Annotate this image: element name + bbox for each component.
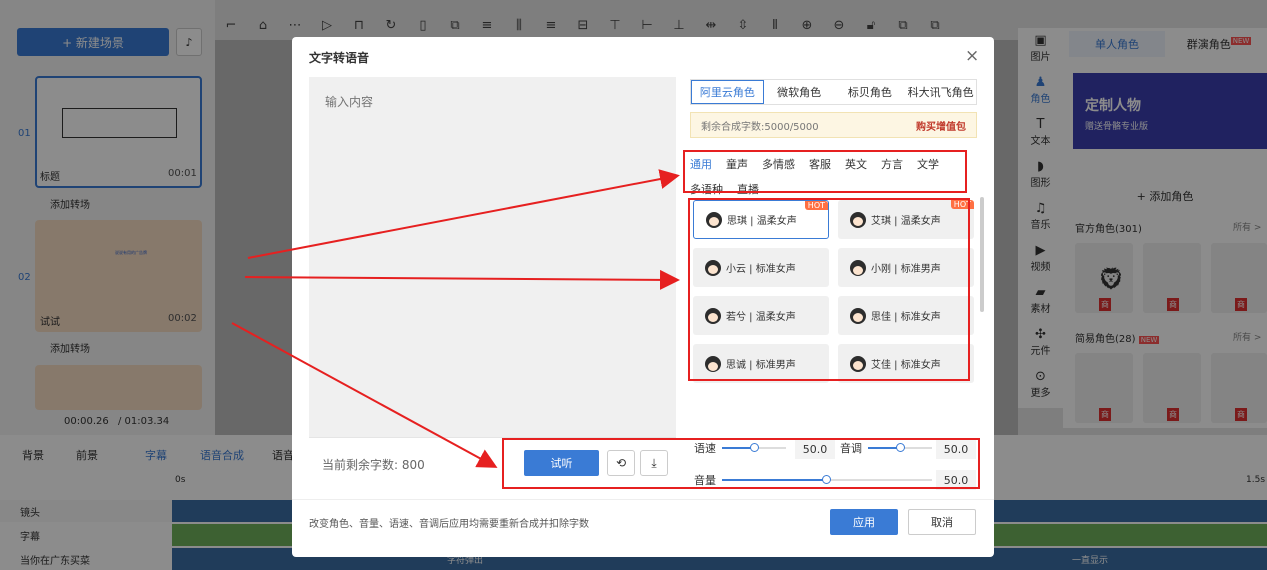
highlight-categories	[683, 150, 967, 193]
vendor-tabs: 阿里云角色 微软角色 标贝角色 科大讯飞角色	[690, 79, 977, 105]
quota-bar: 剩余合成字数:5000/5000 购买增值包	[690, 112, 977, 138]
tab-biaobei[interactable]: 标贝角色	[835, 80, 906, 104]
close-icon[interactable]: ×	[965, 46, 979, 66]
remaining-count: 当前剩余字数: 800	[322, 458, 425, 472]
apply-note: 改变角色、音量、语速、音调后应用均需要重新合成并扣除字数	[309, 519, 589, 530]
dialog-title: 文字转语音	[309, 51, 370, 65]
apply-button[interactable]: 应用	[830, 509, 898, 535]
cancel-button[interactable]: 取消	[908, 509, 976, 535]
tab-aliyun[interactable]: 阿里云角色	[691, 80, 764, 104]
highlight-controls	[502, 438, 980, 489]
voice-list-scrollbar[interactable]	[980, 197, 984, 312]
highlight-voices	[688, 198, 970, 381]
tts-text-input[interactable]	[309, 77, 676, 437]
buy-package-link[interactable]: 购买增值包	[916, 118, 966, 133]
tab-microsoft[interactable]: 微软角色	[764, 80, 835, 104]
quota-text: 剩余合成字数:5000/5000	[701, 121, 819, 133]
tab-iflytek[interactable]: 科大讯飞角色	[905, 80, 976, 104]
